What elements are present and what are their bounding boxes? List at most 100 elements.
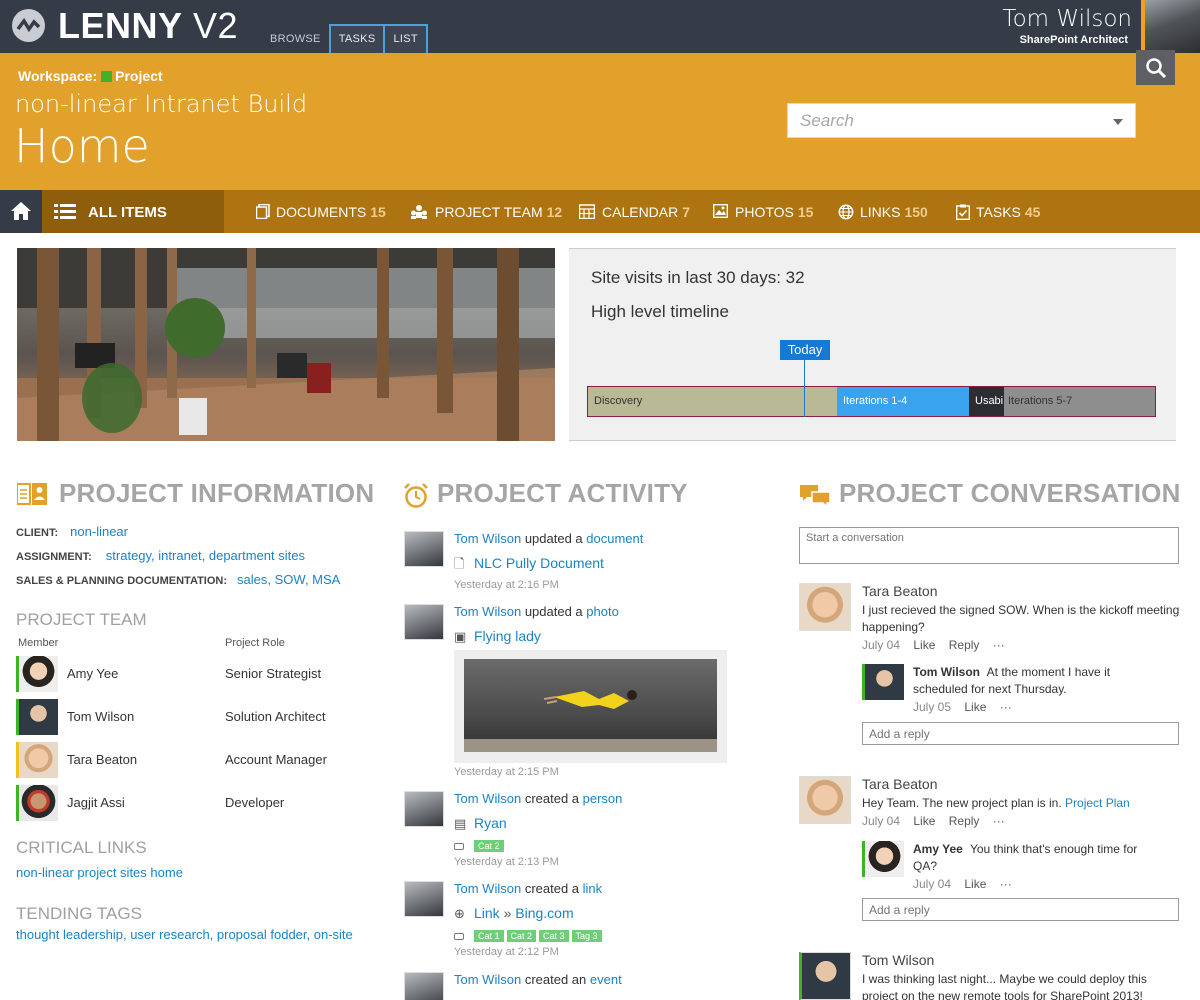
avatar bbox=[16, 785, 58, 821]
workspace-name[interactable]: Project bbox=[115, 68, 162, 84]
activity-object-link[interactable]: NLC Pully Document bbox=[474, 555, 604, 571]
critical-link[interactable]: non-linear project sites home bbox=[16, 865, 183, 880]
activity-user-link[interactable]: Tom Wilson bbox=[454, 881, 521, 896]
activity-object-link[interactable]: Ryan bbox=[474, 815, 507, 831]
timeline-segment-usability[interactable]: Usabi bbox=[969, 387, 1004, 416]
more-options-button[interactable]: ··· bbox=[1000, 700, 1012, 714]
search-scope-dropdown-icon[interactable] bbox=[1113, 119, 1123, 125]
like-button[interactable]: Like bbox=[913, 814, 935, 828]
search-input[interactable] bbox=[800, 111, 1090, 131]
add-reply-input[interactable] bbox=[862, 898, 1179, 921]
search-button[interactable] bbox=[1136, 50, 1175, 85]
activity-object-link[interactable]: Bing.com bbox=[515, 905, 573, 921]
activity-kind-link[interactable]: photo bbox=[586, 604, 619, 619]
like-button[interactable]: Like bbox=[964, 877, 986, 891]
nav-photos[interactable]: PHOTOS 15 bbox=[713, 204, 813, 220]
client-link[interactable]: non-linear bbox=[70, 524, 128, 539]
tag[interactable]: Cat 3 bbox=[539, 930, 569, 942]
avatar[interactable] bbox=[404, 972, 444, 1000]
site-title[interactable]: non-linear Intranet Build bbox=[15, 90, 307, 118]
timeline-segment-iterations-5-7[interactable]: Iterations 5-7 bbox=[1004, 387, 1155, 416]
like-button[interactable]: Like bbox=[913, 638, 935, 652]
team-member-row[interactable]: Tom Wilson Solution Architect bbox=[16, 699, 356, 736]
activity-user-link[interactable]: Tom Wilson bbox=[454, 531, 521, 546]
activity-object[interactable]: ⊕ Link » Bing.com bbox=[454, 905, 574, 922]
add-reply-input[interactable] bbox=[862, 722, 1179, 745]
lenny-logo-icon[interactable] bbox=[12, 9, 45, 42]
tag[interactable]: Cat 1 bbox=[474, 930, 504, 942]
tag-icon bbox=[454, 843, 464, 850]
avatar[interactable] bbox=[862, 841, 904, 877]
avatar[interactable] bbox=[404, 604, 444, 640]
activity-object-link[interactable]: Flying lady bbox=[474, 628, 541, 644]
activity-user-link[interactable]: Tom Wilson bbox=[454, 791, 521, 806]
like-button[interactable]: Like bbox=[964, 700, 986, 714]
activity-user-link[interactable]: Tom Wilson bbox=[454, 604, 521, 619]
app-name[interactable]: LENNY V2 bbox=[58, 5, 238, 47]
activity-summary: Tom Wilson updated a photo bbox=[454, 604, 619, 619]
post-author[interactable]: Tara Beaton bbox=[862, 583, 938, 599]
post-author[interactable]: Tara Beaton bbox=[862, 776, 938, 792]
reply-author[interactable]: Amy Yee bbox=[913, 842, 963, 856]
trending-tags-links[interactable]: thought leadership, user research, propo… bbox=[16, 927, 353, 942]
activity-timestamp: Yesterday at 2:16 PM bbox=[454, 579, 559, 591]
assignment-links[interactable]: strategy, intranet, department sites bbox=[106, 548, 305, 563]
more-options-button[interactable]: ··· bbox=[993, 638, 1005, 652]
activity-object[interactable]: ▤ Ryan bbox=[454, 815, 507, 832]
avatar[interactable] bbox=[404, 531, 444, 567]
avatar[interactable] bbox=[404, 791, 444, 827]
conversation-icon bbox=[800, 485, 830, 507]
start-conversation-input[interactable] bbox=[799, 527, 1179, 564]
nav-calendar[interactable]: CALENDAR 7 bbox=[579, 204, 690, 220]
nav-tasks[interactable]: TASKS 45 bbox=[956, 204, 1040, 220]
tab-tasks[interactable]: TASKS bbox=[328, 24, 386, 53]
more-options-button[interactable]: ··· bbox=[993, 814, 1005, 828]
avatar[interactable] bbox=[799, 776, 851, 824]
site-header: Workspace: Project non-linear Intranet Bu… bbox=[0, 53, 1200, 190]
activity-kind-link[interactable]: link bbox=[583, 881, 603, 896]
home-button[interactable] bbox=[0, 190, 42, 233]
avatar[interactable] bbox=[799, 952, 851, 1000]
more-options-button[interactable]: ··· bbox=[1000, 877, 1012, 891]
avatar bbox=[16, 656, 58, 692]
activity-object[interactable]: 🗋 NLC Pully Document bbox=[454, 555, 604, 577]
tab-browse[interactable]: BROWSE bbox=[262, 24, 329, 53]
photo-thumbnail-card[interactable] bbox=[454, 650, 727, 763]
activity-object[interactable]: ▣ Flying lady bbox=[454, 628, 541, 645]
conversation-post: Tom Wilson I was thinking last night... … bbox=[799, 952, 1179, 1000]
avatar[interactable] bbox=[862, 664, 904, 700]
activity-object-prefix[interactable]: Link bbox=[474, 905, 500, 921]
reply-button[interactable]: Reply bbox=[949, 638, 980, 652]
activity-kind-link[interactable]: event bbox=[590, 972, 622, 987]
reply-author[interactable]: Tom Wilson bbox=[913, 665, 980, 679]
critical-links-heading: CRITICAL LINKS bbox=[16, 838, 147, 857]
nav-documents[interactable]: DOCUMENTS 15 bbox=[256, 204, 386, 220]
post-author[interactable]: Tom Wilson bbox=[862, 952, 934, 968]
nav-links[interactable]: LINKS 150 bbox=[838, 204, 928, 220]
reply-button[interactable]: Reply bbox=[949, 814, 980, 828]
activity-kind-link[interactable]: person bbox=[583, 791, 623, 806]
user-title: SharePoint Architect bbox=[1019, 34, 1128, 46]
team-member-row[interactable]: Jagjit Assi Developer bbox=[16, 785, 356, 822]
team-member-row[interactable]: Tara Beaton Account Manager bbox=[16, 742, 356, 779]
team-member-row[interactable]: Amy Yee Senior Strategist bbox=[16, 656, 356, 693]
project-plan-link[interactable]: Project Plan bbox=[1065, 796, 1130, 810]
activity-kind-link[interactable]: document bbox=[586, 531, 643, 546]
tag-icon bbox=[454, 933, 464, 940]
tag[interactable]: Cat 2 bbox=[506, 930, 537, 942]
avatar[interactable] bbox=[404, 881, 444, 917]
nav-project-team[interactable]: PROJECT TEAM 12 bbox=[410, 204, 562, 220]
timeline-segment-discovery[interactable]: Discovery bbox=[588, 387, 837, 416]
all-items-button[interactable]: ALL ITEMS bbox=[42, 190, 224, 233]
tag[interactable]: Cat 2 bbox=[474, 840, 504, 852]
tab-list[interactable]: LIST bbox=[385, 24, 428, 53]
avatar[interactable] bbox=[799, 583, 851, 631]
user-name[interactable]: Tom Wilson bbox=[1002, 6, 1132, 32]
activity-user-link[interactable]: Tom Wilson bbox=[454, 972, 521, 987]
activity-verb: created an bbox=[524, 972, 587, 987]
timeline-segment-iterations-1-4[interactable]: Iterations 1-4 bbox=[837, 387, 969, 416]
tag[interactable]: Tag 3 bbox=[571, 930, 602, 942]
user-avatar[interactable] bbox=[1141, 0, 1200, 53]
ribbon-tabs: BROWSE TASKS LIST bbox=[262, 24, 428, 53]
sales-links[interactable]: sales, SOW, MSA bbox=[237, 572, 340, 587]
